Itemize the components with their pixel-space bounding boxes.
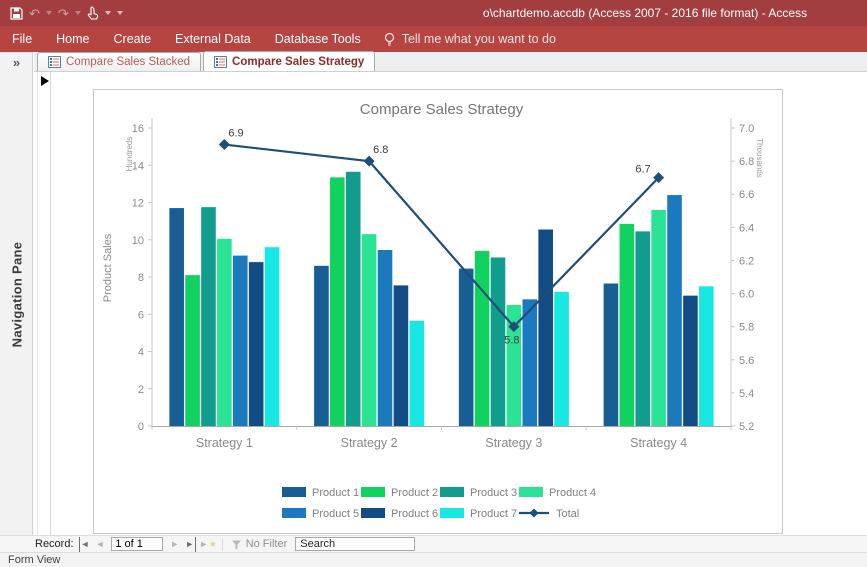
svg-text:Thousands: Thousands <box>755 138 764 178</box>
access-window: ↶ ↷ o\chartdemo.accdb (Access 2007 - 201… <box>0 0 867 567</box>
redo-dropdown-icon[interactable] <box>74 11 81 15</box>
svg-text:Compare Sales Strategy: Compare Sales Strategy <box>360 101 524 118</box>
new-record-star-icon: ∗ <box>209 538 217 549</box>
navigation-pane-label-wrap: Navigation Pane <box>0 53 33 536</box>
tab-file[interactable]: File <box>0 26 44 52</box>
svg-text:6.6: 6.6 <box>739 189 754 201</box>
touch-mode-dropdown-icon[interactable] <box>104 11 111 15</box>
form-icon <box>214 55 228 68</box>
svg-text:6.4: 6.4 <box>739 222 754 234</box>
redo-icon[interactable]: ↷ <box>58 7 69 20</box>
filter-funnel-icon <box>231 539 242 550</box>
svg-text:2: 2 <box>138 384 144 396</box>
record-label: Record: <box>35 538 74 550</box>
document-tab-bar: Compare Sales Stacked Compare Sales Stra… <box>34 51 867 72</box>
svg-text:Product 5: Product 5 <box>312 508 359 520</box>
chart-container: Compare Sales Strategy 0 2 4 6 8 10 12 14 16 5.2 5.… <box>93 89 783 534</box>
svg-text:Total: Total <box>556 508 579 520</box>
customize-qat-icon[interactable] <box>116 11 123 15</box>
svg-text:6.2: 6.2 <box>739 255 754 267</box>
svg-text:Product 1: Product 1 <box>312 487 359 499</box>
view-status-text: Form View <box>8 554 61 566</box>
navigation-pane-label: Navigation Pane <box>9 241 25 348</box>
svg-text:7.0: 7.0 <box>739 123 754 135</box>
svg-text:5.8: 5.8 <box>504 335 519 347</box>
svg-text:8: 8 <box>138 272 144 284</box>
record-search-input[interactable] <box>295 537 416 551</box>
no-filter-button[interactable]: No Filter <box>246 538 288 550</box>
svg-text:Product Sales: Product Sales <box>102 233 114 302</box>
last-record-button[interactable]: ► <box>182 536 197 552</box>
tab-external-data[interactable]: External Data <box>163 26 263 52</box>
svg-text:6.8: 6.8 <box>373 144 388 156</box>
undo-dropdown-icon[interactable] <box>45 11 52 15</box>
svg-text:Product 6: Product 6 <box>391 508 438 520</box>
svg-text:6: 6 <box>138 309 144 321</box>
svg-text:Strategy 4: Strategy 4 <box>630 436 687 450</box>
tab-home[interactable]: Home <box>44 26 101 52</box>
status-bar: Form View <box>0 552 867 567</box>
next-record-button[interactable]: ► <box>167 537 182 552</box>
window-title: o\chartdemo.accdb (Access 2007 - 2016 fi… <box>482 6 808 20</box>
doc-tab-compare-sales-strategy[interactable]: Compare Sales Strategy <box>203 51 376 71</box>
svg-text:16: 16 <box>132 123 144 135</box>
svg-text:Product 2: Product 2 <box>391 487 438 499</box>
form-icon <box>48 56 61 68</box>
svg-text:6.8: 6.8 <box>739 156 754 168</box>
doc-tab-compare-sales-stacked[interactable]: Compare Sales Stacked <box>37 52 202 71</box>
svg-text:Strategy 2: Strategy 2 <box>341 436 398 450</box>
record-selector-strip[interactable] <box>37 72 51 535</box>
doc-tab-label: Compare Sales Stacked <box>66 56 191 68</box>
svg-text:Product 7: Product 7 <box>470 508 517 520</box>
navigation-pane-collapsed[interactable]: » Navigation Pane <box>0 52 33 535</box>
svg-text:Strategy 1: Strategy 1 <box>196 436 253 450</box>
form-view-area: Compare Sales Strategy 0 2 4 6 8 10 12 14 16 5.2 5.… <box>34 72 867 535</box>
tab-database-tools[interactable]: Database Tools <box>263 26 373 52</box>
svg-text:4: 4 <box>138 347 144 359</box>
svg-text:Strategy 3: Strategy 3 <box>485 436 542 450</box>
separator <box>221 537 223 551</box>
tell-me-box[interactable]: Tell me what you want to do <box>373 32 566 47</box>
svg-text:5.4: 5.4 <box>739 388 754 400</box>
touch-mode-icon[interactable] <box>87 6 99 20</box>
record-navigation-bar: Record: ◄ ◄ ► ► ► ∗ No Filter <box>0 535 867 552</box>
first-record-button[interactable]: ◄ <box>78 536 93 552</box>
compare-sales-strategy-chart: Compare Sales Strategy02468101214165.25.… <box>102 101 764 520</box>
tab-create[interactable]: Create <box>102 26 164 52</box>
previous-record-button[interactable]: ◄ <box>92 537 107 552</box>
svg-text:5.2: 5.2 <box>739 421 754 433</box>
svg-text:10: 10 <box>132 235 144 247</box>
doc-tab-label: Compare Sales Strategy <box>232 55 365 68</box>
save-icon[interactable] <box>10 6 23 20</box>
svg-text:6.0: 6.0 <box>739 289 754 301</box>
ribbon-tab-row: File Home Create External Data Database … <box>0 26 867 52</box>
svg-text:6.7: 6.7 <box>635 164 650 176</box>
tell-me-label: Tell me what you want to do <box>401 32 556 46</box>
title-bar: ↶ ↷ o\chartdemo.accdb (Access 2007 - 201… <box>0 0 867 26</box>
svg-text:Product 4: Product 4 <box>549 487 596 499</box>
undo-icon[interactable]: ↶ <box>29 7 40 20</box>
svg-text:Hundreds: Hundreds <box>125 137 134 172</box>
lightbulb-icon <box>383 32 396 47</box>
svg-text:5.8: 5.8 <box>739 322 754 334</box>
svg-text:Product 3: Product 3 <box>470 487 517 499</box>
svg-text:6.9: 6.9 <box>228 128 243 140</box>
svg-text:12: 12 <box>132 198 144 210</box>
svg-text:5.6: 5.6 <box>739 355 754 367</box>
svg-text:0: 0 <box>138 421 144 433</box>
record-position-box[interactable] <box>111 537 164 551</box>
quick-access-toolbar: ↶ ↷ <box>0 6 123 20</box>
current-record-arrow-icon <box>41 76 49 86</box>
